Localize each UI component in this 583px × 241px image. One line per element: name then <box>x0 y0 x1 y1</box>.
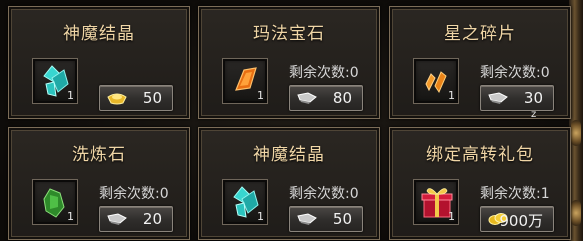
item-slot[interactable]: 1 <box>32 58 78 104</box>
frame-ornament <box>571 120 581 146</box>
crystal-icon <box>43 65 69 97</box>
gold-ingot-icon <box>107 93 127 105</box>
shop-card-6[interactable]: 绑定高转礼包 1 剩余次数:1 900万 <box>389 127 571 240</box>
stray-text: z <box>531 109 537 120</box>
item-quantity: 1 <box>448 210 455 223</box>
remaining-count: 剩余次数:0 <box>289 186 359 202</box>
item-name: 玛法宝石 <box>253 24 325 44</box>
silver-ingot-icon <box>488 92 508 104</box>
remaining-count: 剩余次数:0 <box>480 65 550 81</box>
item-quantity: 1 <box>67 210 74 223</box>
frame-border-right <box>569 0 583 241</box>
remaining-count: 剩余次数:0 <box>99 186 169 202</box>
item-slot[interactable]: 1 <box>413 58 459 104</box>
buy-button[interactable]: 80 <box>289 85 363 111</box>
item-name: 星之碎片 <box>444 24 516 44</box>
green-stone-icon <box>43 188 65 218</box>
item-quantity: 1 <box>448 89 455 102</box>
frame-ornament <box>571 200 581 226</box>
price-value: 20 <box>142 210 162 228</box>
item-name: 神魔结晶 <box>253 145 325 165</box>
item-name: 绑定高转礼包 <box>426 145 534 165</box>
price-value: 50 <box>142 89 162 107</box>
buy-button[interactable]: 50 <box>99 85 173 111</box>
price-value: 80 <box>332 89 352 107</box>
star-shard-icon <box>425 71 447 94</box>
silver-ingot-icon <box>297 213 317 225</box>
item-slot[interactable]: 1 <box>222 58 268 104</box>
buy-button[interactable]: 30 <box>480 85 554 111</box>
buy-button[interactable]: 50 <box>289 206 363 232</box>
shop-card-4[interactable]: 洗炼石 1 剩余次数:0 20 <box>8 127 190 240</box>
remaining-count: 剩余次数:0 <box>289 65 359 81</box>
item-name: 神魔结晶 <box>63 24 135 44</box>
item-slot[interactable]: 1 <box>413 179 459 225</box>
price-value: 50 <box>332 210 352 228</box>
price-value: 30 <box>523 89 543 107</box>
price-value: 900万 <box>499 212 543 230</box>
crystal-icon <box>233 186 259 218</box>
item-quantity: 1 <box>257 89 264 102</box>
item-slot[interactable]: 1 <box>32 179 78 225</box>
remaining-count: 剩余次数:1 <box>480 186 550 202</box>
orange-gem-icon <box>235 67 257 91</box>
shop-card-5[interactable]: 神魔结晶 1 剩余次数:0 50 <box>198 127 380 240</box>
shop-card-3[interactable]: 星之碎片 1 剩余次数:0 30 <box>389 6 571 119</box>
item-name: 洗炼石 <box>72 145 126 165</box>
silver-ingot-icon <box>297 92 317 104</box>
item-quantity: 1 <box>67 89 74 102</box>
buy-button[interactable]: 20 <box>99 206 173 232</box>
silver-ingot-icon <box>107 213 127 225</box>
item-quantity: 1 <box>257 210 264 223</box>
buy-button[interactable]: 900万 <box>480 206 554 232</box>
shop-card-1[interactable]: 神魔结晶 1 50 <box>8 6 190 119</box>
shop-card-2[interactable]: 玛法宝石 1 剩余次数:0 80 <box>198 6 380 119</box>
item-slot[interactable]: 1 <box>222 179 268 225</box>
